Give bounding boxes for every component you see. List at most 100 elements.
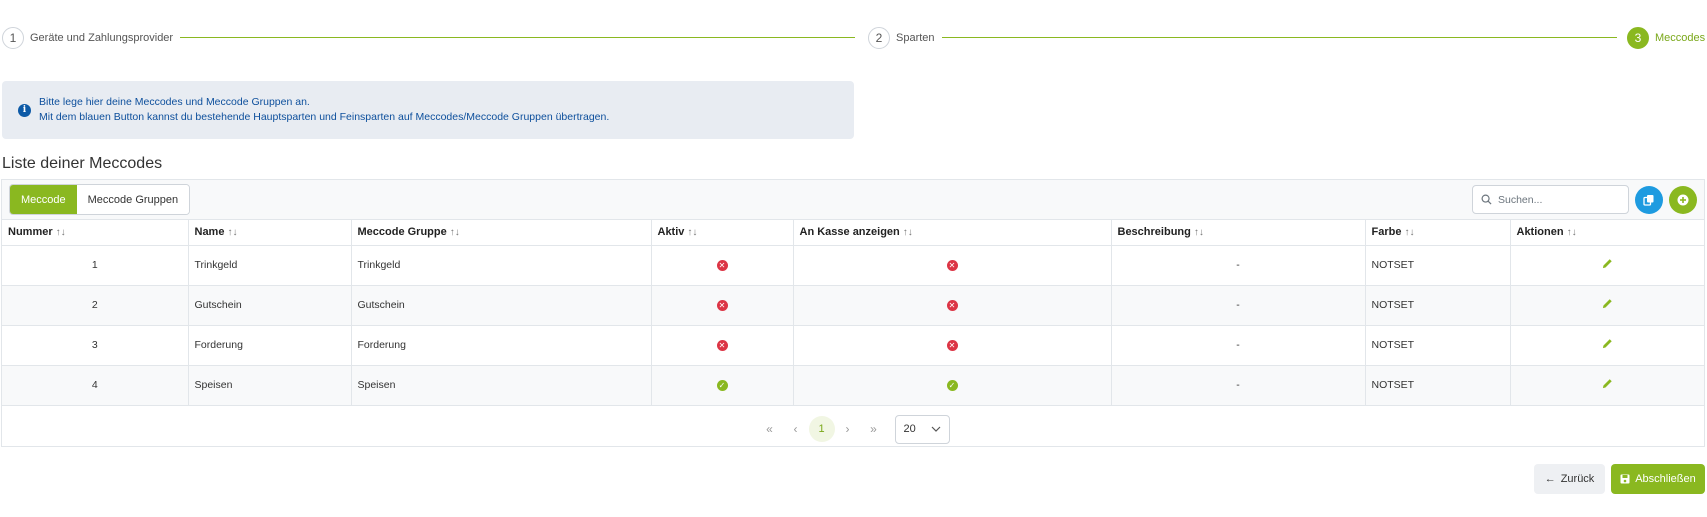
cell-name: Trinkgeld (188, 245, 352, 286)
cell-aktiv: ✕ (651, 245, 794, 286)
sort-icon: ↑↓ (1404, 227, 1415, 239)
edit-pencil-icon[interactable] (1602, 258, 1613, 269)
table-header: Nummer ↑↓ Name ↑↓ Meccode Gruppe ↑↓ Aktiv ↑↓… (2, 220, 1704, 246)
x-circle-icon: ✕ (946, 299, 958, 311)
x-circle-icon: ✕ (716, 339, 728, 351)
cell-nummer: 3 (2, 325, 189, 366)
next-page-button[interactable]: › (835, 416, 861, 442)
cell-beschreibung: - (1111, 325, 1366, 366)
finish-button[interactable]: Abschließen (1611, 464, 1705, 494)
rows-per-page-select[interactable]: 20 (894, 414, 950, 444)
step-number: 1 (2, 27, 24, 49)
cell-nummer: 4 (2, 365, 189, 406)
cell-kasse: ✓ (793, 365, 1112, 406)
column-header-beschreibung[interactable]: Beschreibung ↑↓ (1111, 220, 1366, 246)
search-placeholder: Suchen... (1498, 193, 1543, 206)
tab-meccode[interactable]: Meccode (10, 185, 77, 214)
table-row[interactable]: 3 Forderung Forderung ✕ ✕ - NOTSET (2, 325, 1704, 366)
step-label: Sparten (896, 32, 935, 44)
back-button-label: Zurück (1560, 473, 1595, 485)
search-icon (1481, 194, 1492, 205)
sort-icon: ↑↓ (449, 227, 460, 239)
cell-beschreibung: - (1111, 245, 1366, 286)
finish-button-label: Abschließen (1635, 473, 1696, 485)
transfer-sparten-button[interactable] (1635, 186, 1663, 214)
cell-name: Forderung (188, 325, 352, 366)
cell-kasse: ✕ (793, 285, 1112, 326)
edit-pencil-icon[interactable] (1602, 338, 1613, 349)
x-circle-icon: ✕ (946, 259, 958, 271)
cell-nummer: 2 (2, 285, 189, 326)
column-header-nummer[interactable]: Nummer ↑↓ (2, 220, 189, 246)
cell-farbe: NOTSET (1365, 365, 1511, 406)
tab-meccode-groups[interactable]: Meccode Gruppen (76, 185, 190, 214)
cell-gruppe: Speisen (351, 365, 652, 406)
cell-farbe: NOTSET (1365, 325, 1511, 366)
x-circle-icon: ✕ (716, 299, 728, 311)
edit-pencil-icon[interactable] (1602, 378, 1613, 389)
chevron-down-icon (931, 426, 940, 432)
copy-icon (1643, 195, 1654, 206)
search-input[interactable]: Suchen... (1472, 185, 1629, 214)
add-meccode-button[interactable] (1669, 186, 1697, 214)
x-circle-icon: ✕ (716, 259, 728, 271)
table-row[interactable]: 2 Gutschein Gutschein ✕ ✕ - NOTSET (2, 285, 1704, 326)
step-connector-2 (942, 37, 1617, 38)
prev-page-button[interactable]: ‹ (783, 416, 809, 442)
step-connector-1 (180, 37, 855, 38)
column-header-gruppe[interactable]: Meccode Gruppe ↑↓ (351, 220, 652, 246)
save-icon (1620, 474, 1630, 484)
sort-icon: ↑↓ (1193, 227, 1204, 239)
edit-pencil-icon[interactable] (1602, 298, 1613, 309)
cell-aktiv: ✓ (651, 365, 794, 406)
view-toggle: Meccode Meccode Gruppen (9, 184, 191, 215)
rows-per-page-value: 20 (903, 423, 916, 435)
cell-name: Gutschein (188, 285, 352, 326)
plus-circle-icon (1677, 194, 1689, 206)
first-page-button[interactable]: « (757, 416, 783, 442)
sort-icon: ↑↓ (902, 227, 913, 239)
step-number: 3 (1627, 27, 1649, 49)
cell-aktiv: ✕ (651, 285, 794, 326)
cell-gruppe: Gutschein (351, 285, 652, 326)
column-header-aktionen[interactable]: Aktionen ↑↓ (1510, 220, 1704, 246)
step-number: 2 (868, 27, 890, 49)
check-circle-icon: ✓ (716, 379, 728, 391)
cell-name: Speisen (188, 365, 352, 406)
cell-kasse: ✕ (793, 245, 1112, 286)
table-row[interactable]: 1 Trinkgeld Trinkgeld ✕ ✕ - NOTSET (2, 245, 1704, 286)
cell-aktiv: ✕ (651, 325, 794, 366)
step-label: Meccodes (1655, 32, 1706, 44)
table-row[interactable]: 4 Speisen Speisen ✓ ✓ - NOTSET (2, 365, 1704, 406)
paginator: « ‹ 1 › » 20 (2, 411, 1704, 447)
cell-beschreibung: - (1111, 365, 1366, 406)
sort-icon: ↑↓ (227, 227, 238, 239)
sort-icon: ↑↓ (687, 227, 698, 239)
info-text: Bitte lege hier deine Meccodes und Mecco… (39, 95, 609, 125)
info-icon: i (18, 103, 31, 117)
cell-farbe: NOTSET (1365, 285, 1511, 326)
check-circle-icon: ✓ (946, 379, 958, 391)
meccode-table: Nummer ↑↓ Name ↑↓ Meccode Gruppe ↑↓ Aktiv ↑↓… (2, 220, 1704, 406)
column-header-kasse[interactable]: An Kasse anzeigen ↑↓ (793, 220, 1112, 246)
cell-gruppe: Trinkgeld (351, 245, 652, 286)
column-header-name[interactable]: Name ↑↓ (188, 220, 352, 246)
cell-aktionen (1510, 285, 1704, 326)
page-button-current[interactable]: 1 (808, 416, 835, 442)
step-meccodes[interactable]: 3 Meccodes (1627, 25, 1705, 51)
sort-icon: ↑↓ (55, 227, 66, 239)
step-devices[interactable]: 1 Geräte und Zahlungsprovider (2, 25, 173, 51)
cell-aktionen (1510, 365, 1704, 406)
table-toolbar: Meccode Meccode Gruppen Suchen... (2, 180, 1704, 220)
column-header-farbe[interactable]: Farbe ↑↓ (1365, 220, 1511, 246)
cell-kasse: ✕ (793, 325, 1112, 366)
cell-aktionen (1510, 245, 1704, 286)
back-button[interactable]: ← Zurück (1534, 464, 1605, 494)
step-sparten[interactable]: 2 Sparten (868, 25, 935, 51)
cell-nummer: 1 (2, 245, 189, 286)
stepper: 1 Geräte und Zahlungsprovider 2 Sparten … (0, 25, 1707, 51)
column-header-aktiv[interactable]: Aktiv ↑↓ (651, 220, 794, 246)
list-title: Liste deiner Meccodes (2, 155, 163, 172)
last-page-button[interactable]: » (861, 416, 887, 442)
cell-beschreibung: - (1111, 285, 1366, 326)
